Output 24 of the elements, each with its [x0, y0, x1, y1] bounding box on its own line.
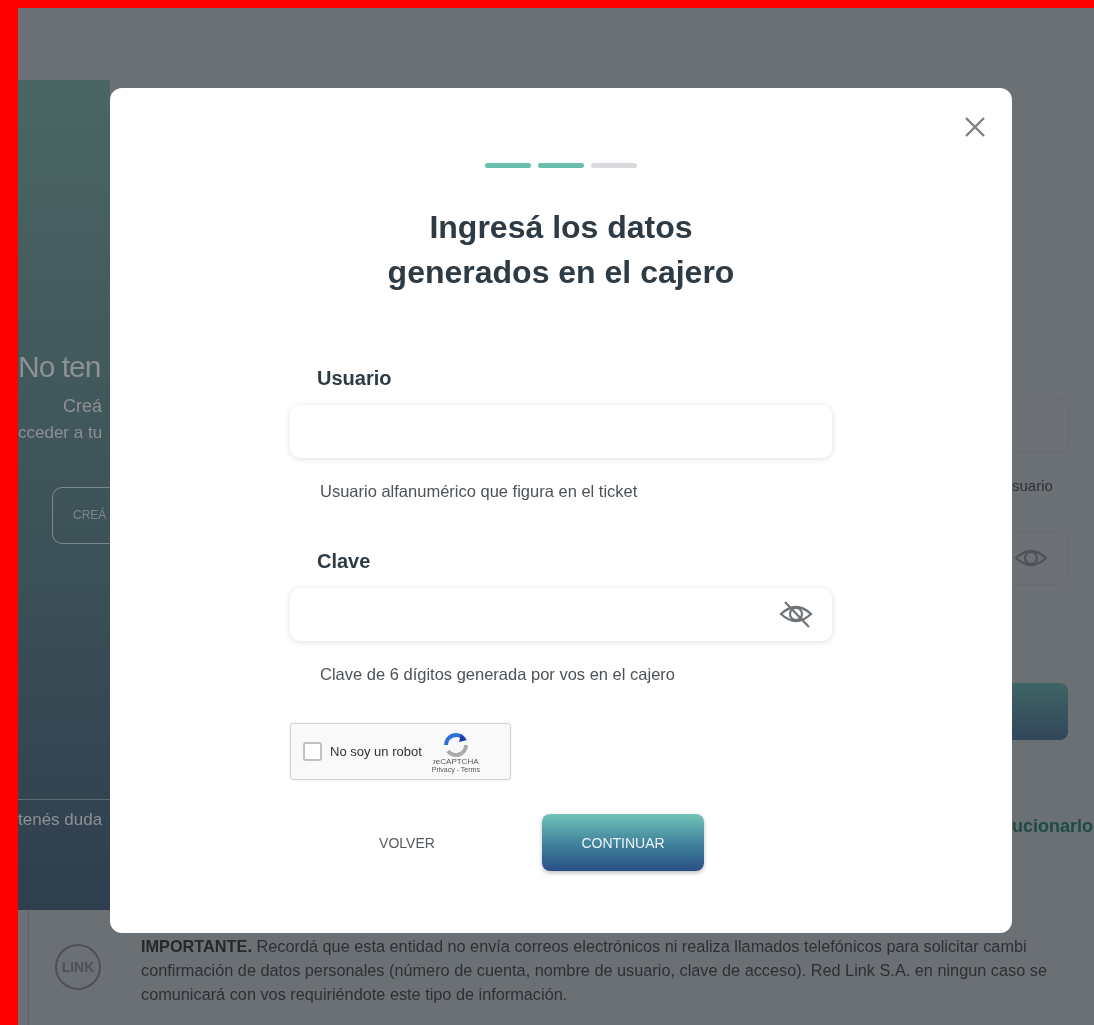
dialog-title: Ingresá los datos generados en el cajero — [386, 208, 736, 292]
helper-text: Usuario alfanumérico que figura en el ticket — [320, 482, 639, 502]
input-field[interactable] — [1012, 398, 1069, 453]
helper-text: suario — [1012, 477, 1054, 494]
field-label: Usuario — [317, 367, 393, 391]
helper-text: Clave de 6 dígitos generada por vos en el cajero — [320, 665, 676, 685]
password-field[interactable] — [1012, 532, 1068, 585]
notice-text: comunicará con vos requiriéndote este tipo de información. — [141, 984, 569, 1005]
brand-text: reCAPTCHA — [433, 756, 479, 766]
back-button[interactable]: VOLVER — [362, 834, 452, 851]
password-field[interactable] — [290, 588, 832, 641]
field-label: Clave — [317, 550, 372, 574]
body-text: Creá — [63, 396, 102, 417]
notice-text: IMPORTANTE. Recordá que esta entidad no envía correos electrónicos ni realiza llamados telefónicos para solicitar cambi — [141, 936, 1028, 957]
notice-text: confirmación de datos personales (número de cuenta, nombre de usuario, clave de acceso). Red Link S.A. en ningun caso se — [141, 960, 1047, 981]
continue-button[interactable]: CONTINUAR — [542, 814, 704, 871]
submit-button[interactable] — [1012, 683, 1068, 740]
checkbox[interactable] — [303, 742, 322, 761]
body-text: cceder a tu — [18, 423, 103, 443]
checkbox-label: No soy un robot — [330, 744, 422, 759]
link[interactable]: ucionarlo — [1012, 816, 1094, 837]
heading-text: No ten — [18, 350, 101, 384]
close-icon[interactable] — [964, 116, 986, 138]
circular-arrow-icon — [441, 730, 470, 757]
